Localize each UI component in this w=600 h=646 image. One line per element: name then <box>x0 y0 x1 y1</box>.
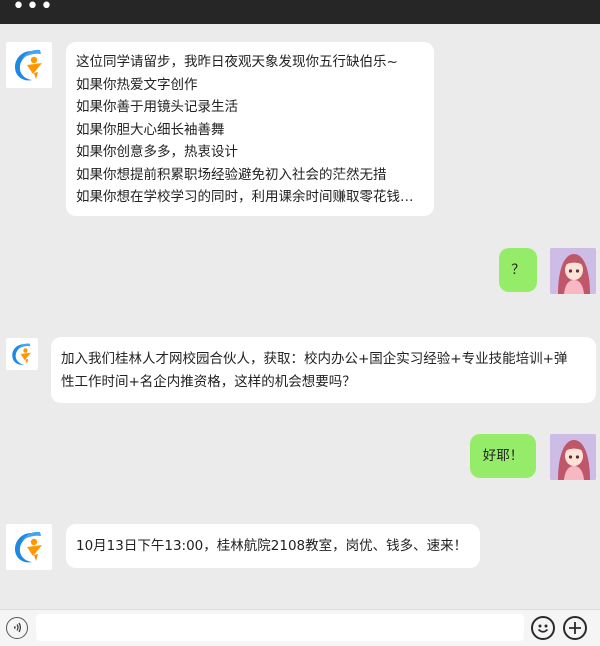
message-line: 如果你胆大心细长袖善舞 <box>76 121 225 138</box>
plus-sign-icon <box>569 622 581 634</box>
message-text: ？ <box>511 262 525 278</box>
sender-avatar[interactable] <box>6 42 52 88</box>
brand-logo-icon <box>15 531 42 563</box>
message-line: 如果你想在学校学习的同时，利用课余时间赚取零花钱… <box>76 189 414 205</box>
anime-girl-avatar-icon <box>550 434 596 480</box>
message-bubble[interactable]: ？ <box>499 248 537 292</box>
sender-avatar[interactable] <box>6 524 52 570</box>
top-bar: ••• <box>0 0 600 24</box>
user-avatar[interactable] <box>550 434 596 480</box>
voice-icon[interactable] <box>6 617 28 639</box>
message-line: 如果你善于用镜头记录生活 <box>76 99 238 115</box>
message-line: 性工作时间+名企内推资格，这样的机会想要吗？ <box>61 373 356 390</box>
message-bubble[interactable]: 这位同学请留步，我昨日夜观天象发现你五行缺伯乐~ 如果你热爱文字创作 如果你善于… <box>66 42 434 216</box>
message-bubble[interactable]: 10月13日下午13:00，桂林航院2108教室，岗优、钱多、速来！ <box>66 524 480 568</box>
message-bubble[interactable]: 加入我们桂林人才网校园合伙人，获取：校内办公+国企实习经验+专业技能培训+弹 性… <box>51 337 596 403</box>
plus-icon[interactable] <box>563 616 587 640</box>
smiley-face-icon <box>537 624 549 633</box>
message-line: 加入我们桂林人才网校园合伙人，获取：校内办公+国企实习经验+专业技能培训+弹 <box>61 351 568 367</box>
message-input[interactable] <box>36 614 524 641</box>
message-line: 如果你热爱文字创作 <box>76 76 198 93</box>
voice-waves-icon <box>13 622 21 633</box>
user-avatar[interactable] <box>550 248 596 294</box>
message-line: 这位同学请留步，我昨日夜观天象发现你五行缺伯乐~ <box>76 54 398 70</box>
sender-avatar[interactable] <box>6 338 38 370</box>
message-text: 好耶！ <box>482 448 524 464</box>
message-line: 10月13日下午13:00，桂林航院2108教室，岗优、钱多、速来！ <box>76 538 468 554</box>
message-line: 如果你创意多多，热衷设计 <box>76 144 238 160</box>
chat-input-bar <box>0 609 600 646</box>
more-dots-icon[interactable]: ••• <box>12 0 54 18</box>
message-bubble[interactable]: 好耶！ <box>470 434 536 478</box>
emoji-icon[interactable] <box>531 616 555 640</box>
brand-logo-icon <box>12 343 32 365</box>
brand-logo-icon <box>15 49 42 81</box>
message-line: 如果你想提前积累职场经验避免初入社会的茫然无措 <box>76 166 387 183</box>
anime-girl-avatar-icon <box>550 248 596 294</box>
